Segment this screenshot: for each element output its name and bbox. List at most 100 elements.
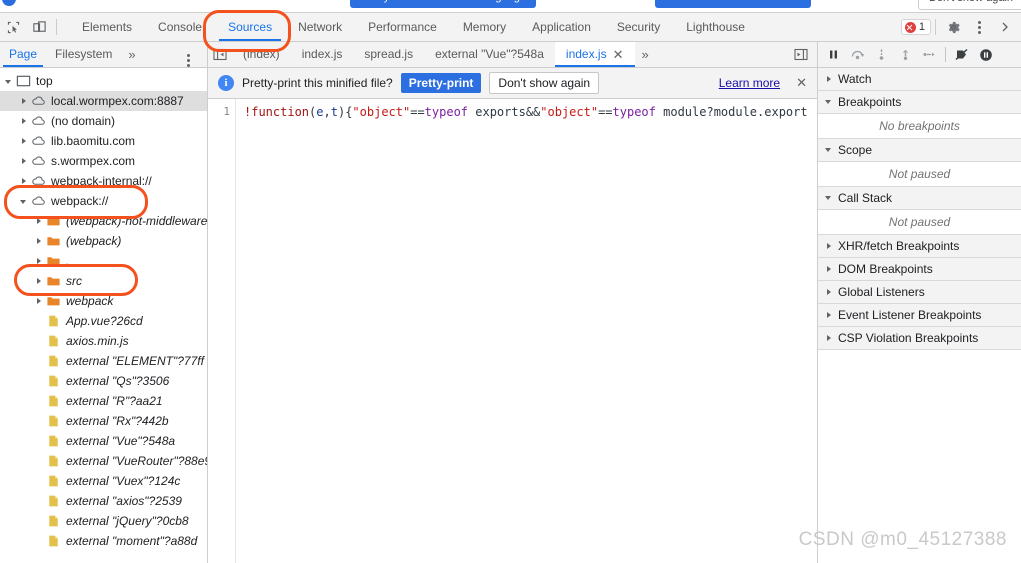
show-navigator-icon[interactable] <box>208 42 232 67</box>
tab-application[interactable]: Application <box>519 13 604 41</box>
tab-elements[interactable]: Elements <box>69 13 145 41</box>
pause-on-exceptions-icon[interactable] <box>974 43 997 66</box>
kebab-menu-icon[interactable] <box>966 14 992 40</box>
tree-row[interactable]: lib.baomitu.com <box>0 131 207 151</box>
navigator-more-tabs[interactable]: » <box>121 42 142 67</box>
chevron-right-icon[interactable] <box>19 156 29 166</box>
file-tab-indexjs-1[interactable]: index.js <box>291 42 354 67</box>
chevron-right-icon <box>825 288 834 297</box>
pause-script-execution-icon[interactable] <box>822 43 845 66</box>
tree-row[interactable]: App.vue?26cd <box>0 311 207 331</box>
chevron-right-icon[interactable] <box>34 276 44 286</box>
chevron-right-icon[interactable] <box>34 216 44 226</box>
debugger-section-header[interactable]: Call Stack <box>818 187 1021 210</box>
inspect-element-icon[interactable] <box>0 14 26 40</box>
chevron-down-icon[interactable] <box>19 196 29 206</box>
code-editor[interactable]: 1 !function(e,t){"object"==typeof export… <box>208 99 817 563</box>
chevron-down-icon[interactable] <box>4 76 14 86</box>
tab-performance[interactable]: Performance <box>355 13 450 41</box>
chevron-right-icon[interactable] <box>34 296 44 306</box>
switch-devtools-language-button[interactable]: Switch DevTools to Chinese <box>655 0 812 8</box>
tree-row[interactable]: external "axios"?2539 <box>0 491 207 511</box>
tree-row[interactable]: local.wormpex.com:8887 <box>0 91 207 111</box>
tab-sources[interactable]: Sources <box>215 13 285 41</box>
tree-row[interactable]: external "Qs"?3506 <box>0 371 207 391</box>
debugger-section-header[interactable]: Global Listeners <box>818 281 1021 304</box>
debugger-section-header[interactable]: Scope <box>818 139 1021 162</box>
nav-tab-page[interactable]: Page <box>0 42 46 67</box>
tree-row[interactable]: external "VueRouter"?88e9 <box>0 451 207 471</box>
tree-row-label: external "jQuery"?0cb8 <box>66 514 189 528</box>
step-into-icon[interactable] <box>870 43 893 66</box>
tree-row[interactable]: external "moment"?a88d <box>0 531 207 551</box>
tree-row-label: external "Vuex"?124c <box>66 474 181 488</box>
tree-row[interactable]: external "R"?aa21 <box>0 391 207 411</box>
chevron-right-icon[interactable] <box>34 236 44 246</box>
chevron-right-icon[interactable] <box>19 136 29 146</box>
chevron-right-icon[interactable] <box>19 96 29 106</box>
code-token: !function <box>244 105 310 119</box>
tree-row[interactable]: webpack-internal:// <box>0 171 207 191</box>
debugger-divider <box>945 47 946 62</box>
tab-security[interactable]: Security <box>604 13 673 41</box>
tab-lighthouse[interactable]: Lighthouse <box>673 13 758 41</box>
debugger-section-header[interactable]: DOM Breakpoints <box>818 258 1021 281</box>
device-toolbar-icon[interactable] <box>26 14 52 40</box>
file-tab-index[interactable]: (index) <box>232 42 291 67</box>
always-match-language-button[interactable]: Always match Chrome's language <box>350 0 536 8</box>
tree-row[interactable]: . <box>0 251 207 271</box>
dont-show-again-button[interactable]: Don't show again <box>918 0 1021 10</box>
tree-row[interactable]: external "Vue"?548a <box>0 431 207 451</box>
tab-memory[interactable]: Memory <box>450 13 519 41</box>
navigator-menu-icon[interactable] <box>175 47 201 73</box>
code-token: t <box>330 105 338 119</box>
learn-more-link[interactable]: Learn more <box>719 76 780 90</box>
deactivate-breakpoints-icon[interactable] <box>950 43 973 66</box>
tree-row[interactable]: webpack:// <box>0 191 207 211</box>
debugger-section-header[interactable]: Breakpoints <box>818 91 1021 114</box>
tree-row[interactable]: external "jQuery"?0cb8 <box>0 511 207 531</box>
tree-row-label: local.wormpex.com:8887 <box>51 94 184 108</box>
debugger-section-header[interactable]: Event Listener Breakpoints <box>818 304 1021 327</box>
close-icon[interactable]: ✕ <box>788 75 807 91</box>
file-tab-external-vue[interactable]: external "Vue"?548a <box>424 42 555 67</box>
tree-row[interactable]: external "ELEMENT"?77ff <box>0 351 207 371</box>
error-count-badge[interactable]: 1 <box>900 19 931 35</box>
pretty-print-button[interactable]: Pretty-print <box>400 73 482 93</box>
navigator-pane: Page Filesystem » top local.wormpex.com:8… <box>0 42 208 563</box>
tab-console[interactable]: Console <box>145 13 215 41</box>
close-icon[interactable]: ✕ <box>613 48 624 61</box>
code-token: "object" <box>540 105 599 119</box>
step-over-icon[interactable] <box>846 43 869 66</box>
gear-icon[interactable] <box>940 14 966 40</box>
tab-network[interactable]: Network <box>285 13 355 41</box>
file-tab-spreadjs[interactable]: spread.js <box>353 42 424 67</box>
debugger-section-header[interactable]: XHR/fetch Breakpoints <box>818 235 1021 258</box>
tree-row[interactable]: (webpack) <box>0 231 207 251</box>
nav-tab-filesystem[interactable]: Filesystem <box>46 42 121 67</box>
step-out-icon[interactable] <box>894 43 917 66</box>
file-tab-indexjs-active[interactable]: index.js ✕ <box>554 42 635 67</box>
debugger-section-header[interactable]: CSP Violation Breakpoints <box>818 327 1021 350</box>
tree-row[interactable]: axios.min.js <box>0 331 207 351</box>
dont-show-again-button[interactable]: Don't show again <box>489 72 600 94</box>
debugger-section-header[interactable]: Watch <box>818 68 1021 91</box>
chevron-right-icon[interactable] <box>19 176 29 186</box>
file-icon <box>49 435 58 447</box>
tree-row[interactable]: (no domain) <box>0 111 207 131</box>
code-content[interactable]: !function(e,t){"object"==typeof exports&… <box>236 99 817 563</box>
tree-row[interactable]: top <box>0 71 207 91</box>
step-icon[interactable] <box>918 43 941 66</box>
tree-row[interactable]: s.wormpex.com <box>0 151 207 171</box>
chevron-right-icon[interactable] <box>19 116 29 126</box>
chevron-right-icon[interactable] <box>34 256 44 266</box>
tree-row[interactable]: (webpack)-hot-middleware <box>0 211 207 231</box>
file-tabs-more[interactable]: » <box>635 42 656 67</box>
tree-row[interactable]: external "Vuex"?124c <box>0 471 207 491</box>
chevron-right-icon[interactable] <box>992 14 1018 40</box>
tree-row[interactable]: webpack <box>0 291 207 311</box>
tree-row[interactable]: src <box>0 271 207 291</box>
tree-row[interactable]: external "Rx"?442b <box>0 411 207 431</box>
show-debugger-icon[interactable] <box>789 48 813 61</box>
no-chevron-spacer <box>34 496 44 506</box>
